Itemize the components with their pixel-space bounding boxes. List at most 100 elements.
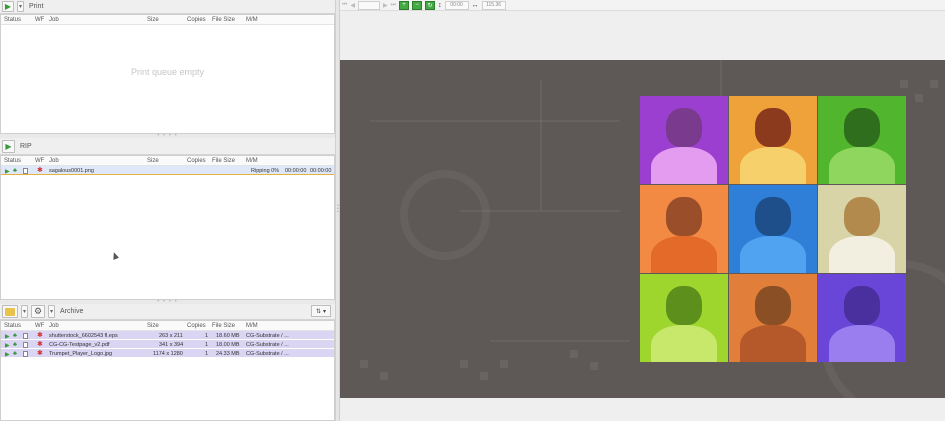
decor-square bbox=[460, 360, 468, 368]
col-wf[interactable]: WF bbox=[35, 323, 44, 329]
preview-image bbox=[640, 96, 906, 362]
photo-tile bbox=[729, 274, 817, 362]
photo-tile bbox=[818, 185, 906, 273]
grip-icon: • • • bbox=[337, 203, 339, 215]
refresh-icon[interactable]: ↻ bbox=[425, 0, 436, 10]
last-page-icon[interactable]: ⏭ bbox=[391, 1, 396, 10]
portrait-body bbox=[739, 325, 807, 362]
settings-button[interactable]: ⚙ bbox=[31, 305, 45, 318]
next-page-icon[interactable]: ▶ bbox=[383, 1, 388, 10]
decor-square bbox=[570, 350, 578, 358]
col-file-size[interactable]: File Size bbox=[212, 158, 235, 164]
preview-canvas[interactable] bbox=[340, 60, 945, 398]
height-field[interactable]: 00:00 bbox=[444, 0, 469, 10]
col-status[interactable]: Status bbox=[4, 17, 21, 23]
first-page-icon[interactable]: ⏮ bbox=[342, 1, 347, 10]
job-time-remaining: 00:00:00 bbox=[310, 168, 332, 174]
col-mm[interactable]: M/M bbox=[246, 323, 258, 329]
job-copies: 1 bbox=[205, 333, 209, 339]
decor-line bbox=[720, 60, 722, 96]
col-wf[interactable]: WF bbox=[35, 158, 44, 164]
col-wf[interactable]: WF bbox=[35, 17, 44, 23]
width-field[interactable]: 115.36 bbox=[481, 0, 506, 10]
preview-toolbar: ⏮ ◀ ▶ ⏭ + − ↻ ↕ 00:00 ↔ 115.36 bbox=[340, 0, 945, 11]
sort-button[interactable]: ⇅ ▾ bbox=[311, 305, 331, 317]
archive-row[interactable]: ▶ ♣ ✱ shutterstock_6602543 fl.eps 263 x … bbox=[1, 331, 334, 340]
height-icon: ↕ bbox=[438, 1, 442, 9]
sort-dropdown-icon: ▾ bbox=[323, 308, 327, 315]
sort-icon: ⇅ bbox=[315, 308, 321, 315]
status-play-icon: ▶ bbox=[5, 169, 10, 175]
col-file-size[interactable]: File Size bbox=[212, 17, 235, 23]
col-size[interactable]: Size bbox=[147, 158, 159, 164]
zoom-out-icon[interactable]: − bbox=[412, 0, 423, 10]
job-time-elapsed: 00:00:00 bbox=[285, 168, 307, 174]
col-mm[interactable]: M/M bbox=[246, 17, 258, 23]
job-file-size: 18.00 MB bbox=[216, 342, 240, 348]
print-queue-list[interactable]: Status WF Job Size Copies File Size M/M … bbox=[0, 14, 335, 134]
portrait-body bbox=[828, 236, 896, 273]
photo-tile bbox=[818, 96, 906, 184]
portrait-head bbox=[755, 197, 791, 237]
archive-list[interactable]: Status WF Job Size Copies File Size M/M … bbox=[0, 320, 335, 421]
portrait-head bbox=[844, 108, 880, 148]
decor-square bbox=[380, 372, 388, 380]
col-status[interactable]: Status bbox=[4, 158, 21, 164]
job-name: Trumpet_Player_Logo.jpg bbox=[49, 351, 113, 357]
workflow-tree-icon: ♣ bbox=[13, 342, 17, 348]
decor-square bbox=[480, 372, 488, 380]
rip-start-button[interactable]: ▶ bbox=[2, 139, 15, 153]
archive-row[interactable]: ▶ ♣ ✱ Trumpet_Player_Logo.jpg 1174 x 128… bbox=[1, 349, 334, 358]
col-file-size[interactable]: File Size bbox=[212, 323, 235, 329]
archive-column-header: Status WF Job Size Copies File Size M/M bbox=[1, 321, 334, 331]
rip-job-row[interactable]: ▶ ♣ ✱ sagalous0001.png Ripping 0% 00:00:… bbox=[1, 166, 334, 175]
portrait-head bbox=[755, 286, 791, 326]
job-mm: CG-Substrate / ... bbox=[246, 342, 289, 348]
portrait-head bbox=[666, 197, 702, 237]
print-start-button[interactable]: ▶ bbox=[2, 1, 14, 12]
folder-dropdown-button[interactable]: ▾ bbox=[21, 305, 28, 318]
col-copies[interactable]: Copies bbox=[187, 17, 206, 23]
rip-panel: ▶ RIP Status WF Job Size Copies File Siz… bbox=[0, 138, 335, 300]
workflow-tree-icon: ♣ bbox=[13, 333, 17, 339]
rip-gear-icon: ✱ bbox=[37, 350, 43, 357]
folder-icon bbox=[5, 307, 15, 316]
portrait-body bbox=[650, 147, 718, 184]
portrait-body bbox=[650, 325, 718, 362]
photo-tile bbox=[640, 96, 728, 184]
col-size[interactable]: Size bbox=[147, 17, 159, 23]
print-column-header: Status WF Job Size Copies File Size M/M bbox=[1, 15, 334, 25]
col-status[interactable]: Status bbox=[4, 323, 21, 329]
col-job[interactable]: Job bbox=[49, 323, 59, 329]
archive-panel-title: Archive bbox=[60, 308, 84, 315]
portrait-head bbox=[666, 108, 702, 148]
col-job[interactable]: Job bbox=[49, 17, 59, 23]
print-empty-message: Print queue empty bbox=[130, 67, 205, 77]
col-job[interactable]: Job bbox=[49, 158, 59, 164]
settings-dropdown-button[interactable]: ▾ bbox=[48, 305, 55, 318]
photo-tile bbox=[729, 96, 817, 184]
archive-toolbar: ▾ ⚙ ▾ Archive ⇅ ▾ bbox=[0, 304, 335, 320]
prev-page-icon[interactable]: ◀ bbox=[350, 1, 355, 10]
job-copies: 1 bbox=[205, 342, 209, 348]
rip-gear-icon: ✱ bbox=[37, 332, 43, 339]
page-number-field[interactable] bbox=[358, 0, 381, 10]
preview-pane: ⏮ ◀ ▶ ⏭ + − ↻ ↕ 00:00 ↔ 115.36 bbox=[340, 0, 945, 421]
portrait-body bbox=[650, 236, 718, 273]
workflow-tree-icon: ♣ bbox=[13, 168, 17, 174]
col-mm[interactable]: M/M bbox=[246, 158, 258, 164]
col-copies[interactable]: Copies bbox=[187, 323, 206, 329]
decor-square bbox=[360, 360, 368, 368]
rip-queue-list[interactable]: Status WF Job Size Copies File Size M/M … bbox=[0, 155, 335, 300]
col-size[interactable]: Size bbox=[147, 323, 159, 329]
photo-tile bbox=[640, 274, 728, 362]
print-dropdown-button[interactable]: ▾ bbox=[17, 1, 24, 12]
open-folder-button[interactable] bbox=[2, 305, 18, 318]
zoom-in-icon[interactable]: + bbox=[399, 0, 410, 10]
col-copies[interactable]: Copies bbox=[187, 158, 206, 164]
rip-gear-icon: ✱ bbox=[37, 167, 43, 174]
archive-row[interactable]: ▶ ♣ ✱ CG-CG-Testpage_v2.pdf 341 x 394 1 … bbox=[1, 340, 334, 349]
print-panel: ▶ ▾ Print Status WF Job Size Copies File… bbox=[0, 0, 335, 134]
job-mm: CG-Substrate / ... bbox=[246, 351, 289, 357]
portrait-head bbox=[666, 286, 702, 326]
